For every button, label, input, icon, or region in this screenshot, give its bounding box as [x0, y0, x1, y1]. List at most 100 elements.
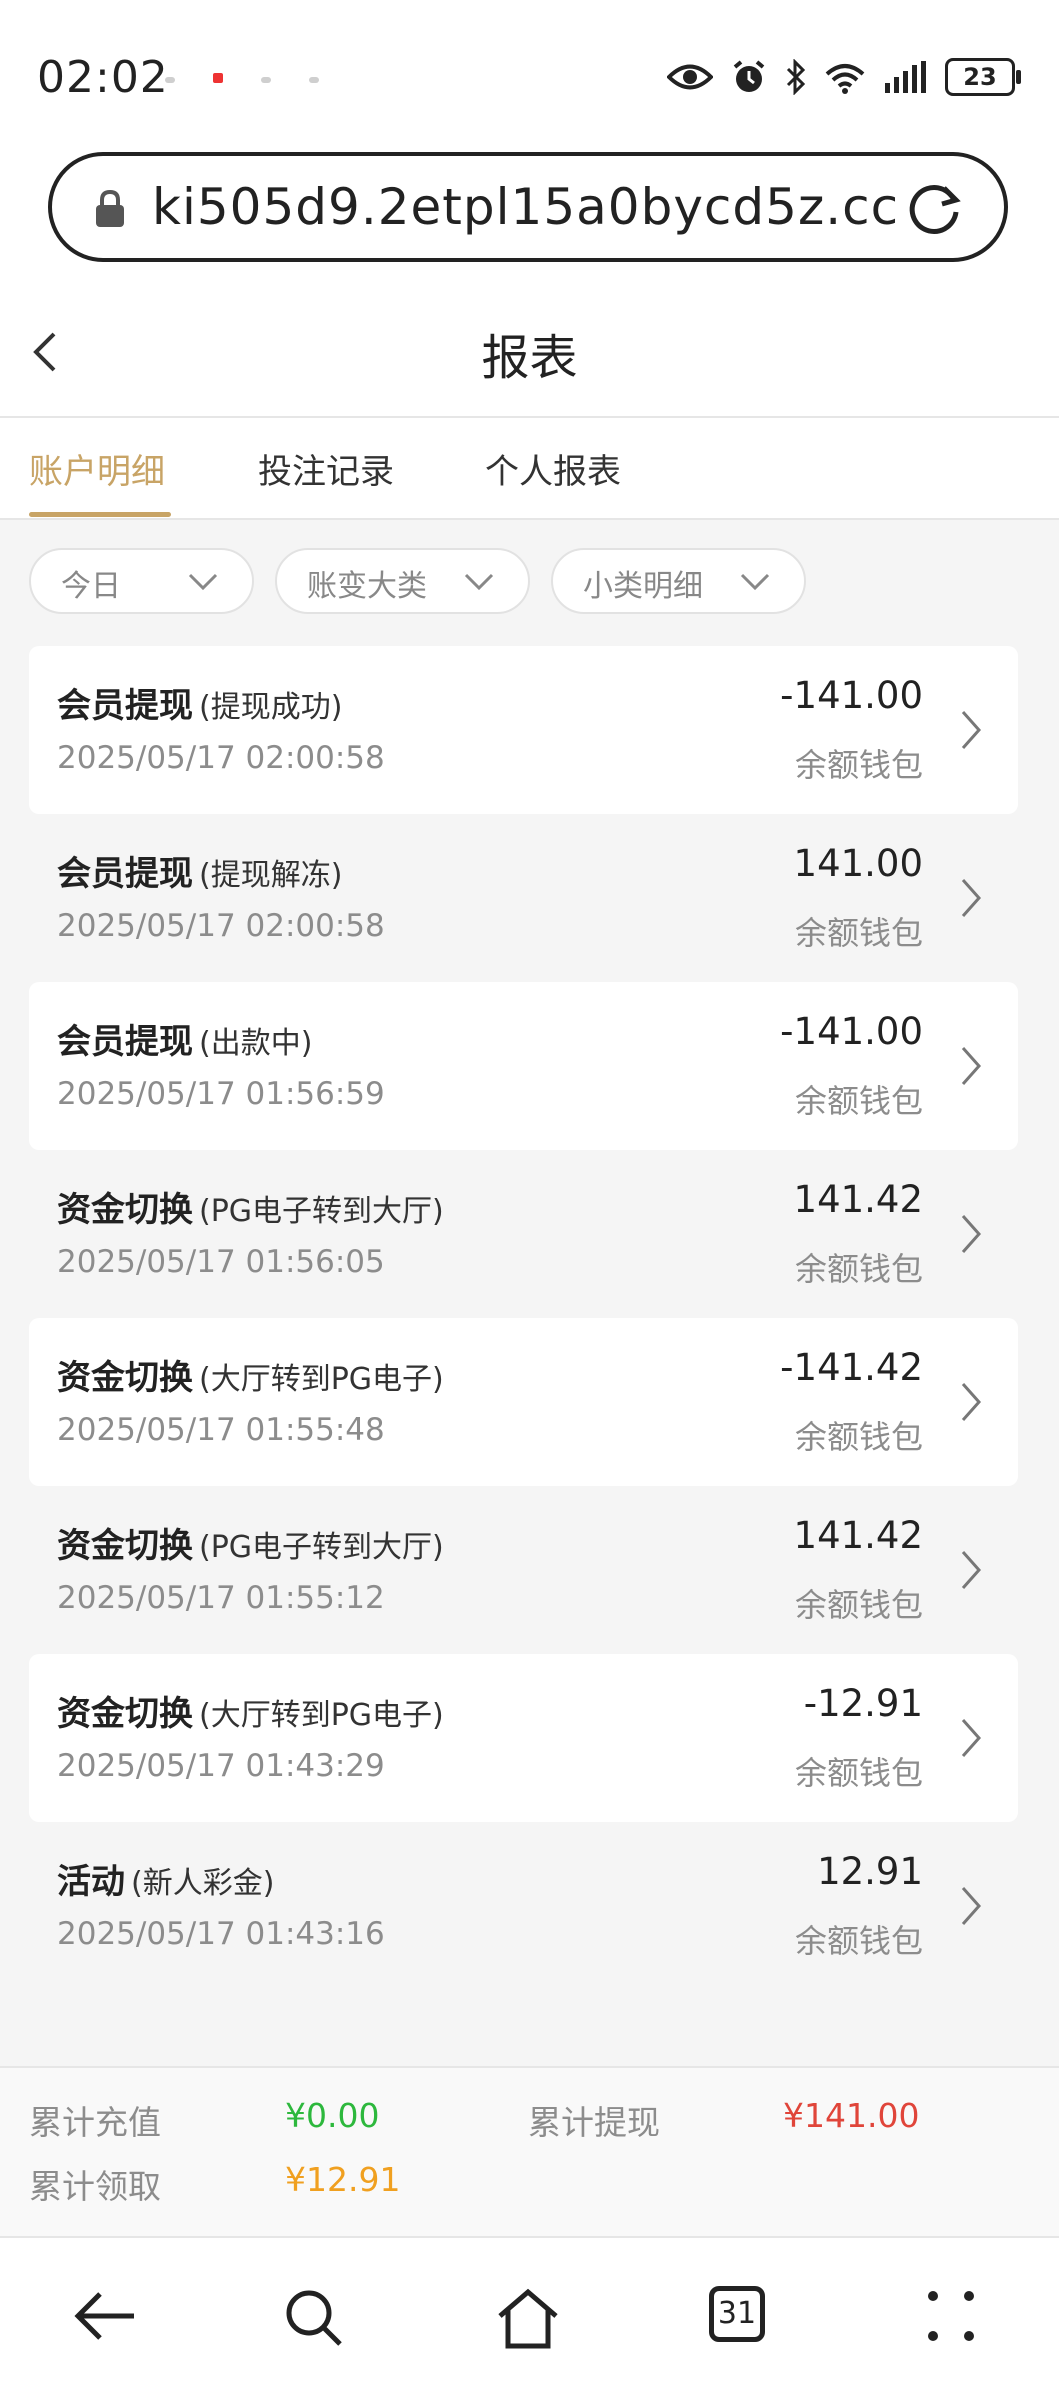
record-amount: 141.00 — [793, 842, 923, 885]
record-wallet: 余额钱包 — [794, 1250, 923, 1288]
record-wallet: 余额钱包 — [794, 1082, 923, 1120]
tabs-count-button[interactable]: 31 — [709, 2286, 765, 2342]
total-claim-value: ¥12.91 — [285, 2160, 401, 2199]
menu-dots-icon[interactable] — [925, 2288, 977, 2344]
record-amount: 12.91 — [817, 1850, 923, 1893]
lock-icon — [96, 189, 124, 227]
record-detail: (提现成功) — [199, 690, 343, 725]
status-time: 02:02 — [37, 52, 169, 103]
wifi-icon — [825, 64, 865, 94]
address-bar[interactable]: ki505d9.2etpl15a0bycd5z.cc — [48, 152, 1008, 262]
filter-subcategory-label: 小类明细 — [583, 569, 703, 604]
record-row[interactable]: 资金切换 (PG电子转到大厅) 2025/05/17 01:56:05 141.4… — [29, 1150, 1018, 1318]
record-time: 2025/05/17 01:43:16 — [57, 1916, 385, 1952]
chevron-right-icon — [961, 1887, 982, 1925]
record-detail: (PG电子转到大厅) — [199, 1530, 444, 1565]
page-title: 报表 — [481, 330, 578, 386]
total-withdraw-value: ¥141.00 — [783, 2096, 920, 2135]
notification-icons — [165, 68, 357, 87]
record-time: 2025/05/17 01:43:29 — [57, 1748, 385, 1784]
record-row[interactable]: 会员提现 (提现解冻) 2025/05/17 02:00:58 141.00 余额… — [29, 814, 1018, 982]
record-detail: (PG电子转到大厅) — [199, 1194, 444, 1229]
chevron-right-icon — [961, 1215, 982, 1253]
record-wallet: 余额钱包 — [794, 914, 923, 952]
record-wallet: 余额钱包 — [794, 1586, 923, 1624]
browser-bottom-nav: 31 — [0, 2236, 1059, 2402]
record-type: 资金切换 — [57, 1358, 193, 1398]
chevron-down-icon — [188, 573, 218, 591]
record-time: 2025/05/17 02:00:58 — [57, 908, 385, 944]
record-amount: -141.42 — [780, 1346, 923, 1389]
tab-account-details[interactable]: 账户明细 — [29, 444, 165, 493]
battery-icon: 23 — [945, 58, 1021, 96]
record-row[interactable]: 活动 (新人彩金) 2025/05/17 01:43:16 12.91 余额钱包 — [29, 1822, 1018, 1990]
eye-icon — [667, 64, 713, 90]
record-detail: (提现解冻) — [199, 858, 343, 893]
record-time: 2025/05/17 01:56:05 — [57, 1244, 385, 1280]
record-type: 会员提现 — [57, 686, 193, 726]
filter-date-label: 今日 — [61, 569, 121, 604]
chevron-right-icon — [961, 1383, 982, 1421]
signal-icon — [885, 61, 926, 93]
total-claim-label: 累计领取 — [29, 2167, 161, 2206]
home-icon[interactable] — [496, 2288, 560, 2350]
record-amount: -141.00 — [780, 1010, 923, 1053]
record-time: 2025/05/17 01:55:12 — [57, 1580, 385, 1616]
record-amount: 141.42 — [793, 1514, 923, 1557]
alarm-icon — [733, 60, 765, 92]
record-type: 资金切换 — [57, 1694, 193, 1734]
record-wallet: 余额钱包 — [794, 1754, 923, 1792]
record-row[interactable]: 会员提现 (出款中) 2025/05/17 01:56:59 -141.00 余额… — [29, 982, 1018, 1150]
chevron-down-icon — [464, 573, 494, 591]
record-type: 资金切换 — [57, 1190, 193, 1230]
tab-active-indicator — [29, 512, 171, 517]
tab-bet-records[interactable]: 投注记录 — [258, 444, 394, 493]
record-amount: 141.42 — [793, 1178, 923, 1221]
status-bar: 02:02 23 — [0, 0, 1059, 150]
page-header: 报表 — [0, 290, 1059, 418]
record-row[interactable]: 资金切换 (PG电子转到大厅) 2025/05/17 01:55:12 141.4… — [29, 1486, 1018, 1654]
record-time: 2025/05/17 02:00:58 — [57, 740, 385, 776]
chevron-right-icon — [961, 1719, 982, 1757]
filter-subcategory[interactable]: 小类明细 — [551, 548, 806, 614]
reload-icon[interactable] — [906, 180, 964, 238]
record-row[interactable]: 资金切换 (大厅转到PG电子) 2025/05/17 01:43:29 -12.9… — [29, 1654, 1018, 1822]
filter-category[interactable]: 账变大类 — [275, 548, 530, 614]
record-detail: (出款中) — [199, 1026, 313, 1061]
chevron-right-icon — [961, 711, 982, 749]
back-icon[interactable] — [74, 2288, 138, 2344]
record-row[interactable]: 会员提现 (提现成功) 2025/05/17 02:00:58 -141.00 余… — [29, 646, 1018, 814]
record-type: 活动 — [57, 1862, 125, 1902]
record-wallet: 余额钱包 — [794, 746, 923, 784]
search-icon[interactable] — [284, 2288, 344, 2348]
chevron-right-icon — [961, 1047, 982, 1085]
record-detail: (新人彩金) — [131, 1866, 275, 1901]
tab-personal-report[interactable]: 个人报表 — [485, 444, 621, 493]
record-row[interactable]: 资金切换 (大厅转到PG电子) 2025/05/17 01:55:48 -141.… — [29, 1318, 1018, 1486]
total-withdraw-label: 累计提现 — [528, 2103, 660, 2142]
record-detail: (大厅转到PG电子) — [199, 1698, 444, 1733]
record-wallet: 余额钱包 — [794, 1418, 923, 1456]
browser-toolbar: ki505d9.2etpl15a0bycd5z.cc — [0, 140, 1059, 290]
bluetooth-icon — [786, 59, 806, 95]
chevron-right-icon — [961, 879, 982, 917]
record-detail: (大厅转到PG电子) — [199, 1362, 444, 1397]
total-recharge-label: 累计充值 — [29, 2103, 161, 2142]
record-type: 资金切换 — [57, 1526, 193, 1566]
chevron-down-icon — [740, 573, 770, 591]
record-time: 2025/05/17 01:56:59 — [57, 1076, 385, 1112]
record-wallet: 余额钱包 — [794, 1922, 923, 1960]
tab-bar: 账户明细 投注记录 个人报表 — [0, 418, 1059, 520]
record-type: 会员提现 — [57, 1022, 193, 1062]
record-amount: -141.00 — [780, 674, 923, 717]
total-recharge-value: ¥0.00 — [285, 2096, 380, 2135]
summary-panel: 累计充值 ¥0.00 累计提现 ¥141.00 累计领取 ¥12.91 — [0, 2066, 1059, 2236]
record-amount: -12.91 — [803, 1682, 923, 1725]
chevron-right-icon — [961, 1551, 982, 1589]
url-text[interactable]: ki505d9.2etpl15a0bycd5z.cc — [152, 178, 899, 236]
status-icons: 23 — [667, 58, 1021, 96]
filter-category-label: 账变大类 — [307, 569, 427, 604]
record-type: 会员提现 — [57, 854, 193, 894]
record-time: 2025/05/17 01:55:48 — [57, 1412, 385, 1448]
filter-date[interactable]: 今日 — [29, 548, 254, 614]
